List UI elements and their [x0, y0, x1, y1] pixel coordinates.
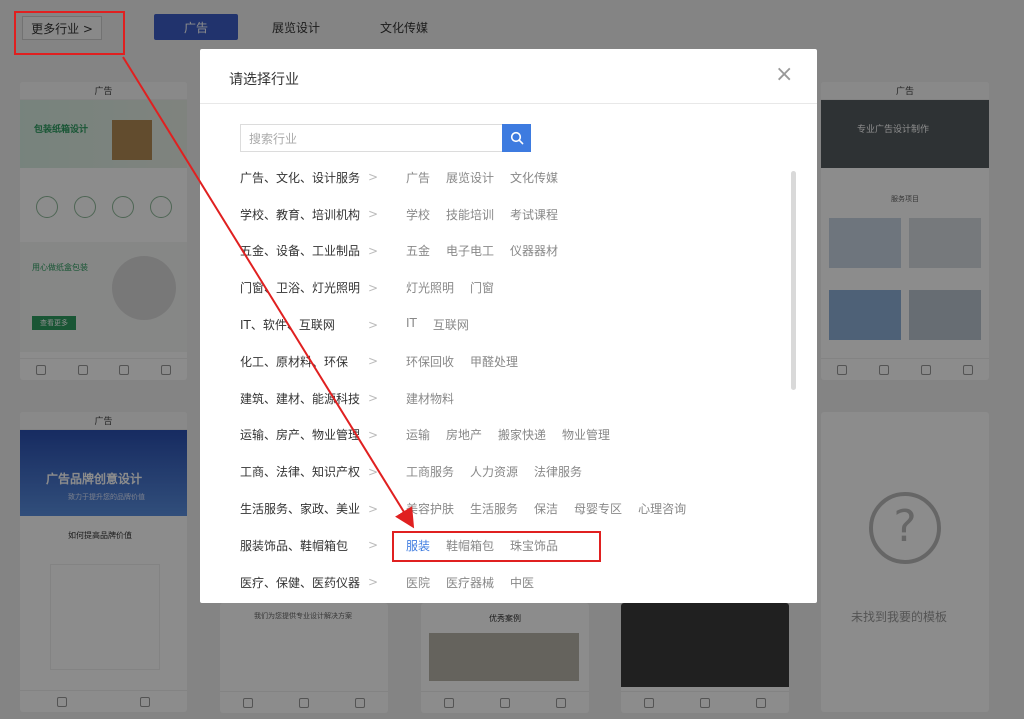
annotation-arrow [122, 56, 415, 529]
